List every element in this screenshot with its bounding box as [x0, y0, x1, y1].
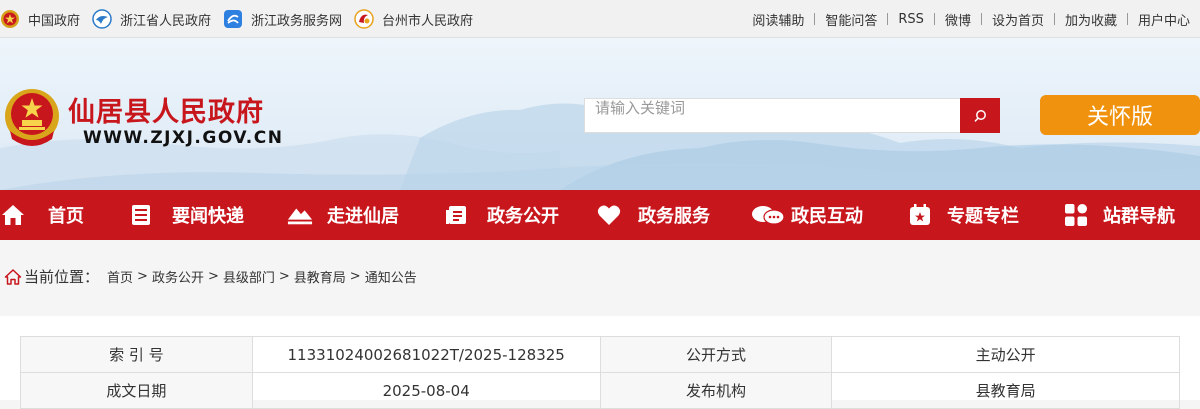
chat-icon — [751, 202, 785, 228]
home-outline-icon — [4, 268, 22, 285]
breadcrumb-current-label: 当前位置： — [24, 268, 100, 286]
grid-icon — [1063, 202, 1089, 228]
nav-item-about[interactable]: 走进仙居 — [281, 190, 437, 240]
search-icon — [974, 109, 986, 122]
table-value-cell: 11331024002681022T/2025-128325 — [251, 336, 601, 373]
national-emblem-logo — [5, 89, 59, 146]
nav-label: 政务服务 — [638, 206, 710, 227]
care-mode-button[interactable]: 关怀版 — [1040, 95, 1200, 135]
link-zhejiang-service-net[interactable]: 浙江政务服务网 — [223, 9, 342, 29]
top-bar: 中国政府 浙江省人民政府 浙江政务服务网 台州市人民政府 阅读辅助 智能问答 R… — [0, 0, 1200, 38]
table-label-cell: 发布机构 — [599, 372, 833, 409]
link-user-center[interactable]: 用户中心 — [1128, 10, 1200, 29]
link-china-government[interactable]: 中国政府 — [0, 9, 80, 29]
table-value-cell: 县教育局 — [831, 372, 1180, 409]
breadcrumb-item[interactable]: 政务公开 — [152, 267, 204, 286]
mountain-icon — [287, 202, 313, 228]
table-row: 索 引 号 11331024002681022T/2025-128325 公开方… — [20, 336, 1180, 373]
service-net-icon — [223, 9, 243, 29]
heart-icon — [596, 202, 622, 228]
table-row: 成文日期 2025-08-04 发布机构 县教育局 — [20, 372, 1180, 409]
nav-label: 站群导航 — [1103, 206, 1175, 227]
link-label: 浙江省人民政府 — [120, 13, 212, 29]
home-icon — [0, 202, 26, 228]
link-reading-assist[interactable]: 阅读辅助 — [742, 10, 814, 29]
news-icon — [128, 202, 154, 228]
nav-item-topics[interactable]: 专题专栏 — [907, 190, 1063, 240]
taizhou-logo-icon — [354, 9, 374, 29]
zhejiang-logo-icon — [92, 9, 112, 29]
breadcrumb-item[interactable]: 县级部门 — [223, 267, 275, 286]
main-nav: 首页 要闻快递 走进仙居 政务公开 政务服务 政民互动 专题专栏 站群导航 — [0, 190, 1200, 240]
link-label: 浙江政务服务网 — [251, 13, 343, 29]
table-label-cell: 成文日期 — [20, 372, 253, 409]
breadcrumb-separator: > — [137, 269, 148, 284]
breadcrumb-separator: > — [278, 269, 290, 284]
table-value-cell: 2025-08-04 — [251, 372, 601, 409]
site-header: 仙居县人民政府 WWW.ZJXJ.GOV.CN 请输入关键词 关怀版 — [0, 38, 1200, 190]
link-rss[interactable]: RSS — [888, 12, 934, 27]
nav-label: 走进仙居 — [327, 206, 399, 227]
link-taizhou-government[interactable]: 台州市人民政府 — [354, 9, 473, 29]
table-label-cell: 公开方式 — [599, 336, 833, 373]
nav-item-interaction[interactable]: 政民互动 — [751, 190, 907, 240]
breadcrumb-item[interactable]: 通知公告 — [365, 267, 417, 286]
nav-item-services[interactable]: 政务服务 — [594, 190, 751, 240]
national-emblem-icon — [0, 9, 20, 29]
bookmark-icon — [907, 202, 933, 228]
search-input[interactable]: 请输入关键词 — [584, 98, 961, 133]
nav-label: 要闻快递 — [172, 206, 244, 227]
table-label-cell: 索 引 号 — [20, 336, 253, 373]
nav-item-news[interactable]: 要闻快递 — [121, 190, 281, 240]
top-links-left: 中国政府 浙江省人民政府 浙江政务服务网 台州市人民政府 — [0, 0, 485, 38]
document-icon — [443, 202, 469, 228]
site-url: WWW.ZJXJ.GOV.CN — [83, 128, 284, 148]
nav-item-site-nav[interactable]: 站群导航 — [1063, 190, 1200, 240]
document-info-table: 索 引 号 11331024002681022T/2025-128325 公开方… — [20, 336, 1180, 409]
nav-item-home[interactable]: 首页 — [0, 190, 121, 240]
nav-label: 专题专栏 — [947, 206, 1019, 227]
link-label: 台州市人民政府 — [382, 13, 474, 29]
search-button[interactable] — [960, 98, 1000, 133]
link-label: 中国政府 — [28, 13, 81, 29]
link-add-favorite[interactable]: 加为收藏 — [1055, 10, 1127, 29]
nav-label: 政民互动 — [791, 206, 863, 227]
nav-label: 政务公开 — [487, 206, 559, 227]
link-smart-qa[interactable]: 智能问答 — [815, 10, 887, 29]
link-set-homepage[interactable]: 设为首页 — [982, 10, 1054, 29]
link-zhejiang-government[interactable]: 浙江省人民政府 — [92, 9, 211, 29]
breadcrumb-separator: > — [207, 269, 219, 284]
breadcrumb: 当前位置： 首页 > 政务公开 > 县级部门 > 县教育局 > 通知公告 — [4, 266, 417, 287]
breadcrumb-separator: > — [349, 269, 361, 284]
nav-label: 首页 — [48, 206, 84, 227]
link-weibo[interactable]: 微博 — [935, 10, 981, 29]
site-title: 仙居县人民政府 — [68, 97, 264, 128]
breadcrumb-item[interactable]: 首页 — [107, 267, 133, 286]
breadcrumb-item[interactable]: 县教育局 — [294, 267, 346, 286]
table-value-cell: 主动公开 — [831, 336, 1180, 373]
top-links-right: 阅读辅助 智能问答 RSS 微博 设为首页 加为收藏 用户中心 — [742, 0, 1200, 38]
nav-item-gov-affairs[interactable]: 政务公开 — [437, 190, 594, 240]
